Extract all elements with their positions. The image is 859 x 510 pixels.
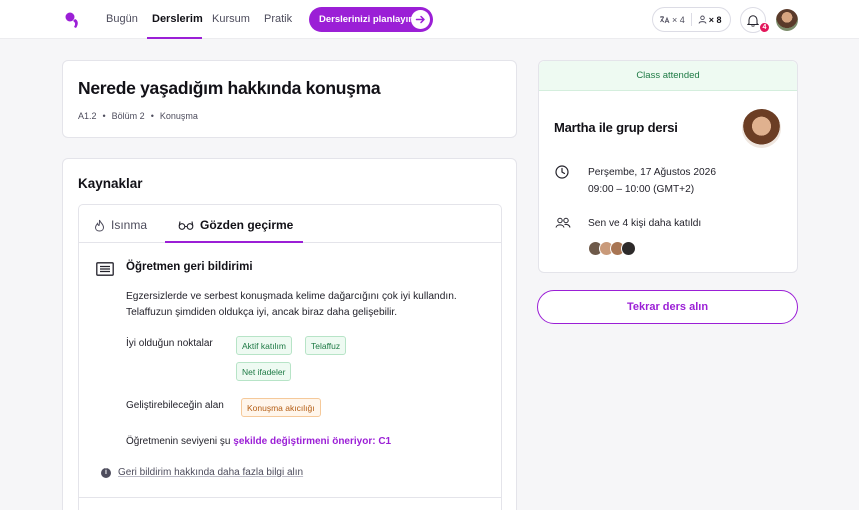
divider [79, 497, 501, 498]
status-badge: Class attended [539, 61, 797, 91]
nav-item-my-lessons[interactable]: Derslerim [152, 13, 203, 25]
improve-label: Geliştirebileceğin alan [126, 400, 224, 411]
active-tab-indicator [147, 37, 202, 39]
nav-item-practice[interactable]: Pratik [264, 13, 292, 25]
feedback-title: Öğretmen geri bildirimi [126, 261, 253, 273]
attendee-avatars [588, 241, 636, 256]
tab-review[interactable]: Gözden geçirme [178, 218, 293, 232]
arrow-right-icon [411, 10, 430, 29]
lesson-title: Nerede yaşadığım hakkında konuşma [78, 78, 381, 98]
lesson-header-card: Nerede yaşadığım hakkında konuşma A1.2 •… [62, 60, 517, 138]
top-nav: Bugün Derslerim Kursum Pratik Derslerini… [0, 0, 859, 39]
lesson-time: 09:00 – 10:00 (GMT+2) [588, 184, 695, 195]
breadcrumb: A1.2 • Bölüm 2 • Konuşma [78, 111, 198, 121]
translate-icon [660, 16, 670, 24]
streak-stats[interactable]: × 4 × 8 [652, 7, 731, 32]
stat-language-count: × 4 [672, 14, 685, 25]
level-recommendation: Öğretmenin seviyeni şu şekilde değiştirm… [126, 436, 391, 447]
active-tab-underline [165, 241, 303, 243]
level-prefix: Öğretmenin seviyeni şu [126, 436, 234, 447]
nav-item-my-course[interactable]: Kursum [212, 13, 250, 25]
info-icon: i [101, 467, 111, 478]
feedback-text: Egzersizlerde ve serbest konuşmada kelim… [126, 291, 457, 318]
plan-lessons-label: Derslerinizi planlayın [319, 14, 415, 25]
group-icon [555, 217, 571, 228]
feedback-info-link[interactable]: i Geri bildirim hakkında daha fazla bilg… [101, 467, 303, 478]
improve-tag: Konuşma akıcılığı [241, 398, 321, 417]
level-change-link[interactable]: şekilde değiştirmeni öneriyor: C1 [233, 436, 391, 447]
resources-tabs: Isınma Gözden geçirme [79, 205, 501, 243]
tab-warmup-label: Isınma [111, 218, 148, 232]
bell-icon [747, 14, 759, 27]
strengths-label: İyi olduğun noktalar [126, 338, 213, 349]
document-icon [96, 262, 114, 276]
flame-icon [94, 219, 105, 232]
breadcrumb-unit: Bölüm 2 [111, 111, 145, 121]
tab-warmup[interactable]: Isınma [94, 218, 147, 232]
avatar [621, 241, 636, 256]
resources-title: Kaynaklar [78, 176, 143, 191]
clock-icon [555, 165, 569, 179]
strength-tag: Telaffuz [305, 336, 347, 355]
book-again-button[interactable]: Tekrar ders alın [537, 290, 798, 324]
strength-tag: Net ifadeler [236, 362, 292, 381]
strength-tag: Aktif katılım [236, 336, 292, 355]
breadcrumb-level: A1.2 [78, 111, 97, 121]
nav-item-today[interactable]: Bugün [106, 13, 138, 25]
preply-logo-icon[interactable] [64, 11, 82, 29]
tab-review-label: Gözden geçirme [200, 218, 294, 232]
person-icon [698, 15, 707, 24]
user-avatar[interactable] [776, 9, 798, 31]
group-lesson-title: Martha ile grup dersi [554, 120, 678, 135]
attendees-text: Sen ve 4 kişi daha katıldı [588, 218, 702, 229]
plan-lessons-button[interactable]: Derslerinizi planlayın [309, 7, 433, 32]
resources-card: Kaynaklar Isınma Gözden geçirme Öğretmen… [62, 158, 517, 510]
stat-lesson-count: × 8 [708, 14, 722, 25]
resources-panel: Isınma Gözden geçirme Öğretmen geri bild… [78, 204, 502, 510]
lesson-date: Perşembe, 17 Ağustos 2026 [588, 167, 716, 178]
notification-badge: 4 [759, 22, 770, 33]
tutor-avatar[interactable] [742, 109, 781, 148]
lesson-summary-card: Class attended Martha ile grup dersi Per… [538, 60, 798, 273]
feedback-info-label: Geri bildirim hakkında daha fazla bilgi … [118, 467, 304, 478]
glasses-icon [178, 221, 194, 230]
breadcrumb-topic: Konuşma [159, 111, 198, 121]
